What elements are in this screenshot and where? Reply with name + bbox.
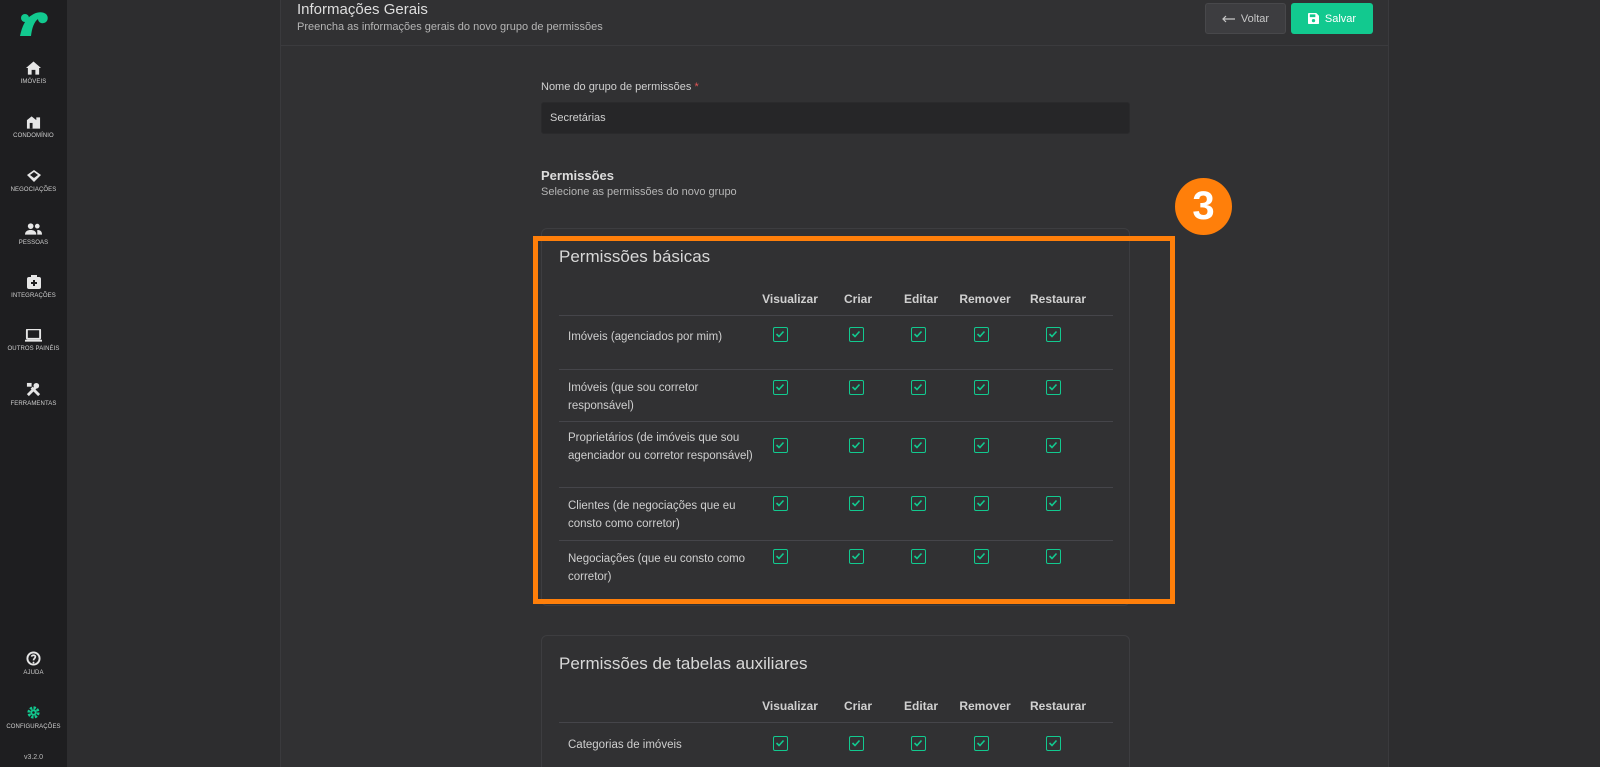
sidebar-item-label: AJUDA	[23, 670, 44, 676]
building-icon	[26, 116, 41, 129]
plug-icon	[26, 275, 41, 289]
sidebar-item-ferramentas[interactable]: FERRAMENTAS	[0, 382, 67, 407]
save-icon	[1307, 13, 1319, 24]
page-title: Informações Gerais	[297, 1, 428, 18]
right-gutter	[1389, 0, 1600, 767]
app-version: v3.2.0	[23, 754, 44, 761]
help-icon	[26, 651, 41, 666]
handshake-icon	[26, 170, 41, 182]
sidebar-item-negociacoes[interactable]: NEGOCIAÇÕES	[0, 169, 67, 193]
sidebar-item-label: CONDOMÍNIO	[13, 133, 54, 139]
laptop-icon	[25, 329, 42, 342]
permission-checkbox[interactable]	[911, 736, 926, 751]
permission-checkbox[interactable]	[974, 736, 989, 751]
sidebar-item-configuracoes[interactable]: CONFIGURAÇÕES	[0, 705, 67, 730]
required-mark: *	[694, 81, 699, 93]
gear-icon	[27, 706, 40, 719]
sidebar-item-label: PESSOAS	[18, 240, 49, 246]
permission-row-label: Categorias de imóveis	[568, 739, 682, 751]
permission-checkbox[interactable]	[849, 736, 864, 751]
group-name-label-text: Nome do grupo de permissões	[541, 81, 692, 93]
sidebar-item-imoveis[interactable]: IMÓVEIS	[0, 61, 67, 85]
sidebar-item-outros-paineis[interactable]: OUTROS PAINÉIS	[0, 329, 67, 352]
auxiliary-permissions-card: Permissões de tabelas auxiliares Visuali…	[541, 635, 1130, 767]
permissions-title: Permissões	[541, 168, 614, 183]
people-icon	[25, 223, 42, 235]
permission-checkbox[interactable]	[1046, 736, 1061, 751]
home-icon	[26, 61, 41, 75]
arrow-left-icon	[1222, 15, 1235, 22]
group-name-label: Nome do grupo de permissões *	[541, 81, 699, 93]
sidebar-item-ajuda[interactable]: AJUDA	[0, 651, 67, 676]
sidebar-item-condominio[interactable]: CONDOMÍNIO	[0, 115, 67, 139]
sidebar-item-label: INTEGRAÇÕES	[11, 293, 56, 299]
back-button-label: Voltar	[1240, 12, 1270, 25]
sidebar-item-pessoas[interactable]: PESSOAS	[0, 222, 67, 246]
save-button[interactable]: Salvar	[1291, 3, 1373, 34]
panel-header: Informações Gerais Preencha as informaçõ…	[281, 0, 1388, 46]
group-name-input[interactable]	[541, 102, 1130, 134]
sidebar-item-label: OUTROS PAINÉIS	[7, 346, 60, 352]
annotation-highlight-box	[533, 236, 1175, 604]
sidebar-item-integracoes[interactable]: INTEGRAÇÕES	[0, 275, 67, 299]
auxiliary-permissions-title: Permissões de tabelas auxiliares	[559, 654, 808, 673]
permission-checkbox[interactable]	[773, 736, 788, 751]
permissions-subtitle: Selecione as permissões do novo grupo	[541, 186, 737, 198]
back-button[interactable]: Voltar	[1205, 3, 1286, 34]
sidebar-item-label: NEGOCIAÇÕES	[10, 187, 57, 193]
column-header-restaurar: Restaurar	[1029, 699, 1087, 713]
annotation-step-badge: 3	[1175, 178, 1232, 235]
column-header-remover: Remover	[959, 699, 1011, 713]
sidebar-item-label: IMÓVEIS	[20, 79, 47, 85]
left-gutter	[67, 0, 280, 767]
sidebar-item-label: FERRAMENTAS	[10, 401, 57, 407]
tools-icon	[26, 382, 41, 397]
sidebar-item-label: CONFIGURAÇÕES	[6, 724, 61, 730]
table-header-divider	[559, 722, 1113, 723]
save-button-label: Salvar	[1324, 12, 1357, 25]
brand-logo-icon[interactable]	[16, 8, 50, 38]
page-subtitle: Preencha as informações gerais do novo g…	[297, 21, 603, 33]
sidebar: IMÓVEIS CONDOMÍNIO NEGOCIAÇÕES PESSOAS I…	[0, 0, 67, 767]
